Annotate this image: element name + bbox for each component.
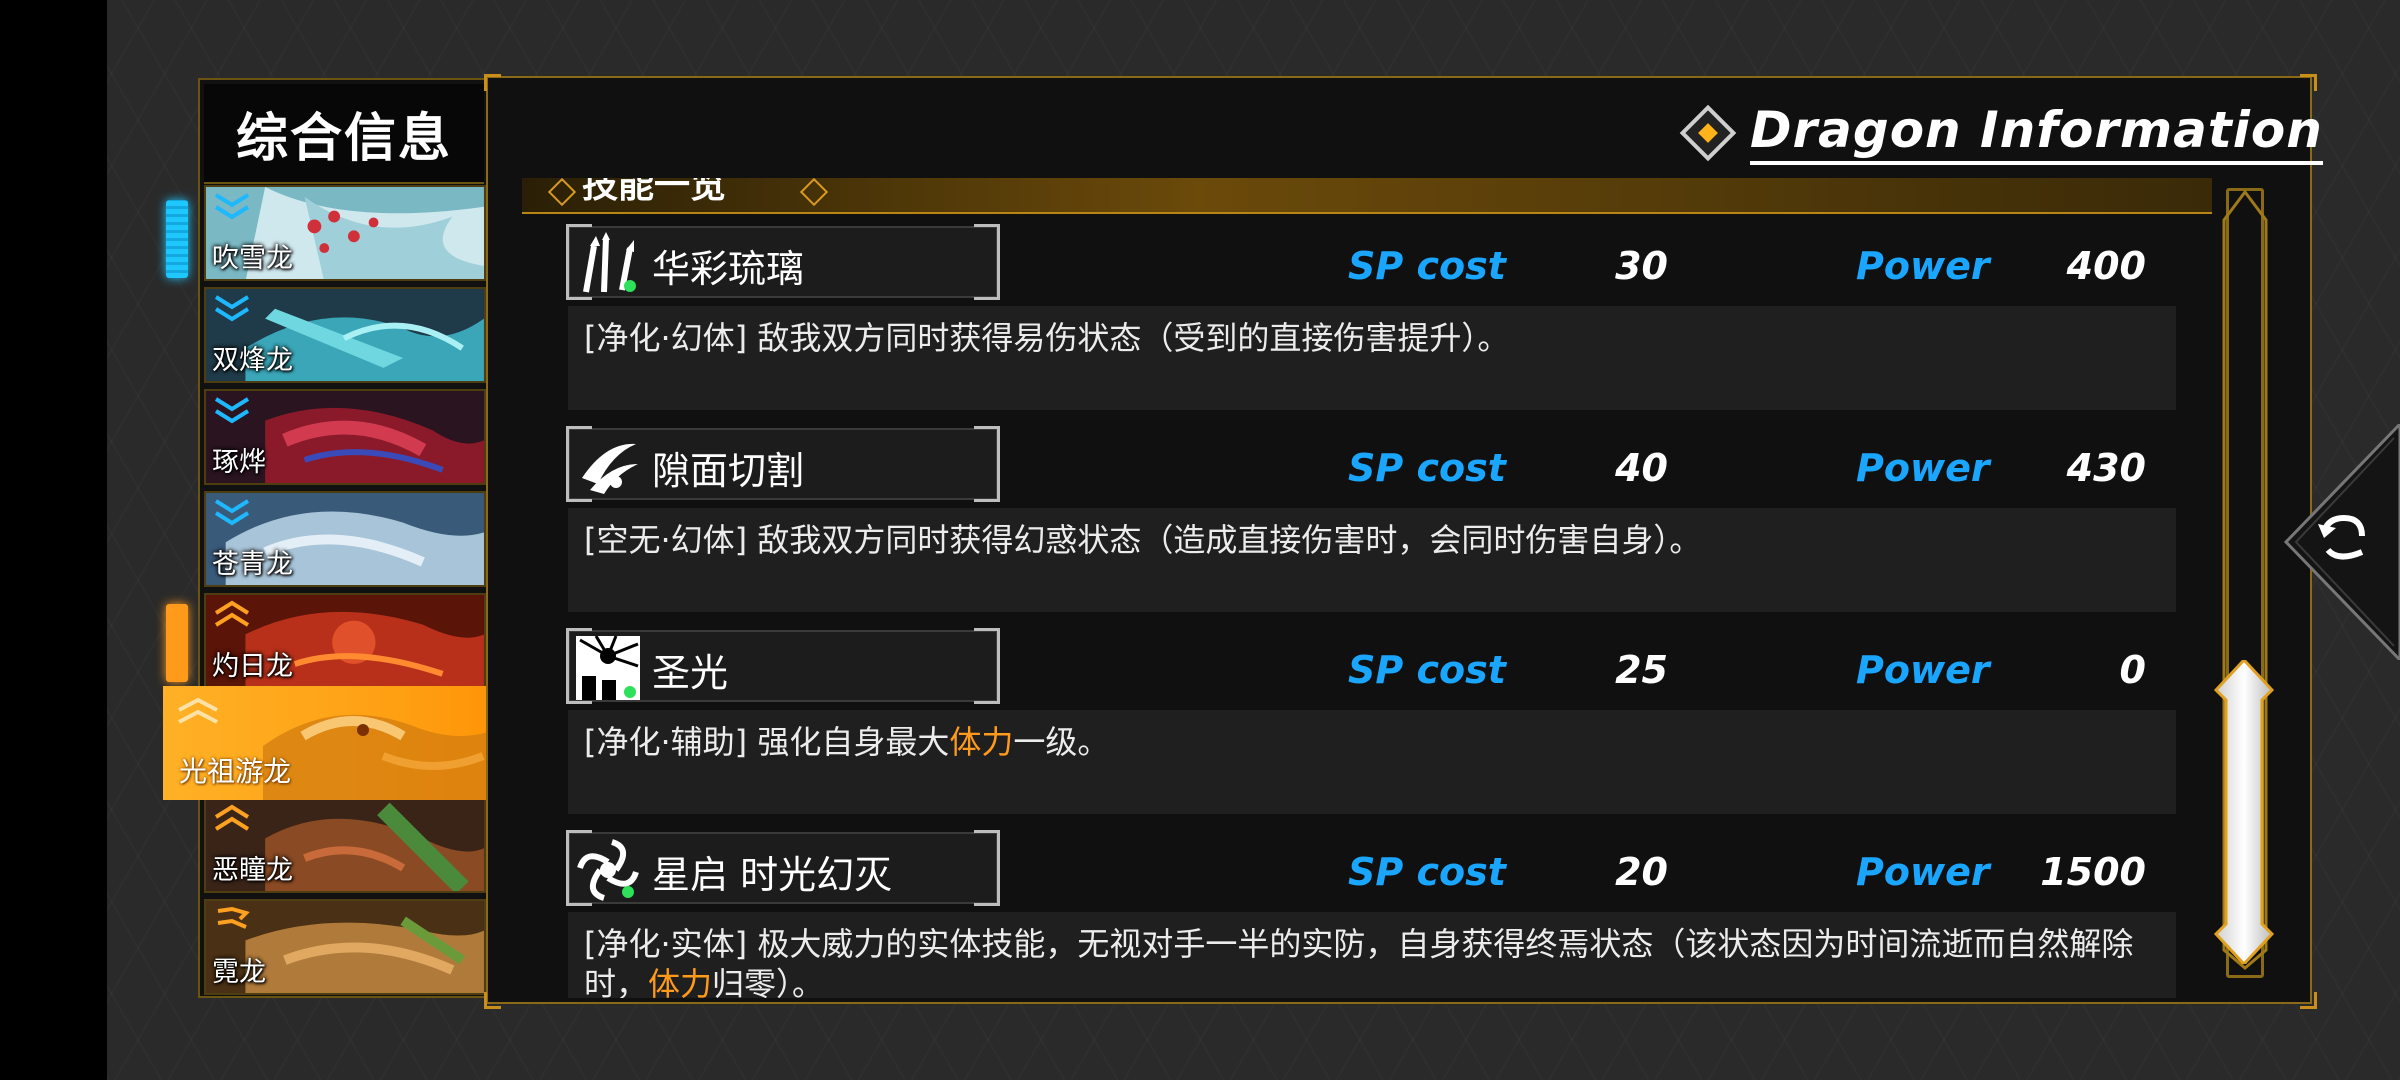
- sp-cost-value: 25: [1615, 648, 1668, 692]
- power-label: Power: [1856, 648, 1990, 692]
- sp-cost-label: SP cost: [1348, 446, 1506, 490]
- tier-chevron-icon: [214, 193, 250, 220]
- section-header: 技能一览: [522, 178, 2212, 214]
- skill-name-box: 隙面切割: [566, 426, 1000, 502]
- panel-corner: [484, 74, 501, 91]
- dragon-item-6[interactable]: 恶瞳龙: [204, 797, 486, 893]
- screen-left-edge: [0, 0, 107, 1080]
- dragon-name: 恶瞳龙: [212, 855, 293, 886]
- dragon-item-2[interactable]: 琢烨: [204, 389, 486, 485]
- skill-name-box: 星启 时光幻灭: [566, 830, 1000, 906]
- tier-chevron-icon: [214, 804, 250, 831]
- dragon-name: 吹雪龙: [212, 243, 293, 274]
- claw-spark-icon: [583, 232, 636, 293]
- skill-name-box: 华彩琉璃: [566, 224, 1000, 300]
- dragon-item-3[interactable]: 苍青龙: [204, 491, 486, 587]
- element-tag-fire: [166, 604, 188, 682]
- power-label: Power: [1856, 446, 1990, 490]
- sp-cost-value: 20: [1615, 850, 1668, 894]
- dragon-name: 苍青龙: [212, 549, 293, 580]
- dragon-item-1[interactable]: 双烽龙: [204, 287, 486, 383]
- diamond-icon: [1679, 104, 1737, 162]
- sp-cost-value: 40: [1615, 446, 1668, 490]
- tier-chevron-icon: [214, 397, 250, 424]
- skill-name-box: 圣光: [566, 628, 1000, 704]
- skill-name: 星启 时光幻灭: [652, 853, 893, 897]
- dragon-name: 琢烨: [212, 447, 266, 478]
- panel-corner: [2300, 992, 2317, 1009]
- power-value: 430: [2066, 446, 2146, 490]
- panel-title-text: Dragon Information: [1750, 101, 2323, 165]
- tier-chevron-icon: [217, 906, 250, 929]
- panel-corner: [2300, 74, 2317, 91]
- dragon-item-7[interactable]: 霓龙: [204, 899, 486, 995]
- power-value: 400: [2066, 244, 2146, 288]
- back-button[interactable]: [2278, 424, 2400, 660]
- panel-title: Dragon Information: [1679, 98, 2323, 168]
- power-label: Power: [1856, 244, 1990, 288]
- vortex-icon: [577, 839, 639, 901]
- gem-icon: [799, 178, 829, 207]
- skill-name: 华彩琉璃: [652, 247, 805, 291]
- power-value: 0: [2119, 648, 2146, 692]
- power-value: 1500: [2040, 850, 2146, 894]
- skill-description: [净化·幻体] 敌我双方同时获得易伤状态（受到的直接伤害提升）。: [568, 306, 2176, 410]
- skill-name: 隙面切割: [652, 449, 805, 493]
- gem-icon: [547, 178, 577, 207]
- dragon-name: 霓龙: [212, 957, 266, 988]
- skill-description: [净化·辅助] 强化自身最大体力一级。: [568, 710, 2176, 814]
- skill-description: [空无·幻体] 敌我双方同时获得幻惑状态（造成直接伤害时，会同时伤害自身）。: [568, 508, 2176, 612]
- dragon-item-0[interactable]: 吹雪龙: [204, 185, 486, 281]
- dragon-name: 灼日龙: [212, 651, 293, 682]
- sp-cost-label: SP cost: [1348, 244, 1506, 288]
- tier-chevron-icon: [214, 600, 250, 627]
- dragon-name: 双烽龙: [212, 345, 293, 376]
- skill-name: 圣光: [652, 651, 729, 695]
- skill-description: [净化·实体] 极大威力的实体技能，无视对手一半的实防，自身获得终焉状态（该状态…: [568, 912, 2176, 998]
- skills-scroll-area[interactable]: 技能一览 华彩琉璃 SP cost 30 Power 400 [净化·幻体] 敌…: [522, 178, 2212, 998]
- power-label: Power: [1856, 850, 1990, 894]
- section-label: 技能一览: [582, 178, 727, 206]
- tier-chevron-icon: [214, 295, 250, 322]
- holy-light-icon: [576, 636, 640, 700]
- sp-cost-label: SP cost: [1348, 648, 1506, 692]
- dragon-name: 光祖游龙: [179, 755, 292, 788]
- sp-cost-value: 30: [1615, 244, 1668, 288]
- tier-chevron-icon: [214, 499, 250, 526]
- slash-icon: [582, 443, 638, 494]
- sidebar-title: 综合信息: [204, 84, 484, 184]
- dragon-item-4[interactable]: 灼日龙: [204, 593, 486, 689]
- dragon-list[interactable]: 吹雪龙 双烽龙 琢烨 苍青龙 灼日龙 恶瞳龙 霓龙: [204, 185, 486, 995]
- sp-cost-label: SP cost: [1348, 850, 1506, 894]
- element-tag-ice: [166, 200, 188, 278]
- tier-chevron-icon: [178, 697, 218, 724]
- scrollbar-thumb[interactable]: [2214, 660, 2274, 964]
- panel-corner: [484, 992, 501, 1009]
